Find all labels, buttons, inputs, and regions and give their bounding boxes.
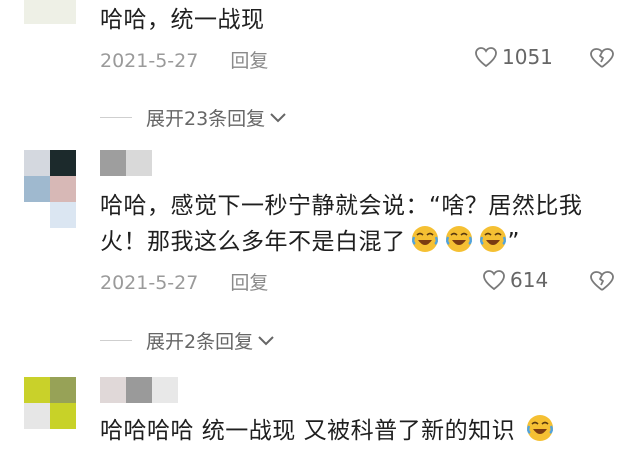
expand-replies-button[interactable]: 展开2条回复 [100, 327, 275, 354]
divider-line [100, 117, 132, 118]
avatar-bottom-shade [24, 0, 76, 24]
reply-button[interactable]: 回复 [230, 272, 268, 294]
laughing-crying-emoji-icon [445, 226, 472, 252]
laughing-crying-emoji-icon [527, 415, 554, 441]
heart-icon [483, 270, 505, 291]
chevron-down-icon [258, 335, 274, 345]
expand-replies-label: 展开2条回复 [146, 331, 254, 353]
broken-heart-icon[interactable] [589, 269, 615, 293]
comment-text: 哈哈，统一战现 [100, 7, 265, 33]
comment-meta: 2021-5-27 回复 [100, 268, 268, 295]
comment-meta: 2021-5-27 回复 [100, 46, 268, 73]
chevron-down-icon [270, 112, 286, 122]
laughing-crying-emoji-icon [479, 226, 506, 252]
comment-date: 2021-5-27 [100, 50, 199, 72]
laughing-crying-emoji-icon [411, 226, 438, 252]
username-blurred[interactable] [100, 377, 178, 403]
like-count: 1051 [502, 45, 553, 69]
divider-line [100, 340, 132, 341]
expand-replies-label: 展开23条回复 [146, 108, 266, 130]
comment-date: 2021-5-27 [100, 272, 199, 294]
comment-text-line1: 哈哈，感觉下一秒宁静就会说：“啥？居然比我 [100, 193, 583, 219]
broken-heart-icon[interactable] [589, 46, 615, 70]
like-button[interactable]: 614 [482, 268, 548, 292]
username-blurred[interactable] [100, 150, 152, 176]
like-count: 614 [510, 268, 549, 292]
avatar[interactable] [24, 150, 76, 228]
like-button[interactable]: 1051 [474, 45, 553, 69]
comment-text: 哈哈，感觉下一秒宁静就会说：“啥？居然比我 火！那我这么多年不是白混了” [100, 188, 582, 260]
heart-icon [475, 47, 497, 68]
avatar[interactable] [24, 377, 76, 429]
comment-text-line2: 火！那我这么多年不是白混了” [100, 224, 582, 260]
comment-text: 哈哈哈哈 统一战现 又被科普了新的知识 [100, 413, 555, 449]
reply-button[interactable]: 回复 [230, 50, 268, 72]
expand-replies-button[interactable]: 展开23条回复 [100, 104, 287, 131]
